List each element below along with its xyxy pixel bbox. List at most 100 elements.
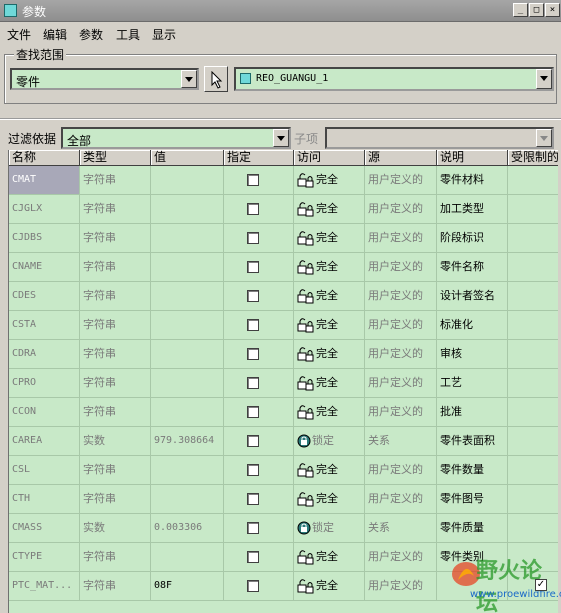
col-header-restricted[interactable]: 受限制的	[508, 150, 558, 166]
cell-designate[interactable]	[224, 311, 294, 340]
cell-restricted[interactable]	[508, 195, 558, 224]
cell-designate[interactable]	[224, 543, 294, 572]
cell-source[interactable]: 用户定义的	[365, 340, 437, 369]
menu-edit[interactable]: 编辑	[43, 26, 67, 43]
chevron-down-icon[interactable]	[273, 129, 289, 147]
cell-access[interactable]: 完全	[294, 456, 365, 485]
cell-name[interactable]: CTYPE	[9, 543, 80, 572]
cell-description[interactable]: 零件表面积	[437, 427, 508, 456]
menu-file[interactable]: 文件	[7, 26, 31, 43]
cell-name[interactable]: CSTA	[9, 311, 80, 340]
cell-value[interactable]	[151, 224, 224, 253]
select-model-button[interactable]	[204, 66, 228, 92]
cell-name[interactable]: CNAME	[9, 253, 80, 282]
menu-parameters[interactable]: 参数	[79, 26, 103, 43]
cell-type[interactable]: 字符串	[80, 369, 151, 398]
restricted-checkbox[interactable]: ✓	[535, 579, 547, 591]
cell-description[interactable]: 标准化	[437, 311, 508, 340]
cell-designate[interactable]	[224, 166, 294, 195]
table-row[interactable]: CAREA 实数 979.308664 锁定 关系 零件表面积	[9, 427, 558, 456]
cell-source[interactable]: 用户定义的	[365, 456, 437, 485]
cell-name[interactable]: CAREA	[9, 427, 80, 456]
cell-value[interactable]	[151, 340, 224, 369]
col-header-value[interactable]: 值	[151, 150, 224, 166]
cell-value[interactable]	[151, 311, 224, 340]
cell-restricted[interactable]	[508, 456, 558, 485]
cell-name[interactable]: CSL	[9, 456, 80, 485]
cell-value[interactable]	[151, 398, 224, 427]
designate-checkbox[interactable]	[247, 464, 259, 476]
cell-name[interactable]: CJDBS	[9, 224, 80, 253]
cell-source[interactable]: 用户定义的	[365, 224, 437, 253]
cell-source[interactable]: 用户定义的	[365, 253, 437, 282]
cell-description[interactable]: 零件名称	[437, 253, 508, 282]
cell-designate[interactable]	[224, 369, 294, 398]
col-header-access[interactable]: 访问	[294, 150, 365, 166]
cell-value[interactable]	[151, 166, 224, 195]
cell-designate[interactable]	[224, 485, 294, 514]
cell-value[interactable]: 0.003306	[151, 514, 224, 543]
cell-restricted[interactable]	[508, 427, 558, 456]
table-row[interactable]: CTH 字符串 完全 用户定义的 零件图号	[9, 485, 558, 514]
cell-designate[interactable]	[224, 195, 294, 224]
cell-access[interactable]: 锁定	[294, 514, 365, 543]
designate-checkbox[interactable]	[247, 232, 259, 244]
cell-designate[interactable]	[224, 572, 294, 601]
designate-checkbox[interactable]	[247, 435, 259, 447]
cell-access[interactable]: 完全	[294, 224, 365, 253]
table-row[interactable]: CDRA 字符串 完全 用户定义的 审核	[9, 340, 558, 369]
col-header-designate[interactable]: 指定	[224, 150, 294, 166]
cell-type[interactable]: 字符串	[80, 543, 151, 572]
table-row[interactable]: CJDBS 字符串 完全 用户定义的 阶段标识	[9, 224, 558, 253]
cell-restricted[interactable]	[508, 340, 558, 369]
cell-name[interactable]: CDES	[9, 282, 80, 311]
designate-checkbox[interactable]	[247, 377, 259, 389]
cell-restricted[interactable]	[508, 282, 558, 311]
col-header-type[interactable]: 类型	[80, 150, 151, 166]
cell-name[interactable]: CJGLX	[9, 195, 80, 224]
table-row[interactable]: CDES 字符串 完全 用户定义的 设计者签名	[9, 282, 558, 311]
cell-name[interactable]: CTH	[9, 485, 80, 514]
chevron-down-icon[interactable]	[181, 70, 197, 88]
cell-name[interactable]: PTC_MAT...	[9, 572, 80, 601]
cell-access[interactable]: 完全	[294, 543, 365, 572]
cell-restricted[interactable]	[508, 253, 558, 282]
cell-designate[interactable]	[224, 398, 294, 427]
cell-type[interactable]: 字符串	[80, 398, 151, 427]
maximize-button[interactable]: □	[529, 3, 544, 17]
cell-restricted[interactable]	[508, 369, 558, 398]
cell-access[interactable]: 完全	[294, 340, 365, 369]
cell-name[interactable]: CCON	[9, 398, 80, 427]
cell-designate[interactable]	[224, 514, 294, 543]
cell-restricted[interactable]	[508, 224, 558, 253]
col-header-source[interactable]: 源	[365, 150, 437, 166]
cell-source[interactable]: 用户定义的	[365, 543, 437, 572]
cell-source[interactable]: 关系	[365, 427, 437, 456]
filter-select[interactable]: 全部	[61, 127, 291, 149]
cell-description[interactable]: 加工类型	[437, 195, 508, 224]
designate-checkbox[interactable]	[247, 319, 259, 331]
cell-description[interactable]: 零件质量	[437, 514, 508, 543]
table-row[interactable]: CNAME 字符串 完全 用户定义的 零件名称	[9, 253, 558, 282]
cell-value[interactable]	[151, 369, 224, 398]
designate-checkbox[interactable]	[247, 551, 259, 563]
designate-checkbox[interactable]	[247, 174, 259, 186]
menu-display[interactable]: 显示	[152, 26, 176, 43]
designate-checkbox[interactable]	[247, 203, 259, 215]
minimize-button[interactable]: _	[513, 3, 528, 17]
designate-checkbox[interactable]	[247, 522, 259, 534]
cell-access[interactable]: 完全	[294, 282, 365, 311]
designate-checkbox[interactable]	[247, 493, 259, 505]
table-row[interactable]: CSL 字符串 完全 用户定义的 零件数量	[9, 456, 558, 485]
cell-source[interactable]: 用户定义的	[365, 369, 437, 398]
col-header-description[interactable]: 说明	[437, 150, 508, 166]
cell-value[interactable]	[151, 543, 224, 572]
col-header-name[interactable]: 名称	[9, 150, 80, 166]
cell-source[interactable]: 用户定义的	[365, 166, 437, 195]
cell-designate[interactable]	[224, 253, 294, 282]
cell-type[interactable]: 字符串	[80, 195, 151, 224]
cell-restricted[interactable]	[508, 514, 558, 543]
cell-type[interactable]: 字符串	[80, 572, 151, 601]
cell-access[interactable]: 完全	[294, 369, 365, 398]
cell-type[interactable]: 字符串	[80, 340, 151, 369]
